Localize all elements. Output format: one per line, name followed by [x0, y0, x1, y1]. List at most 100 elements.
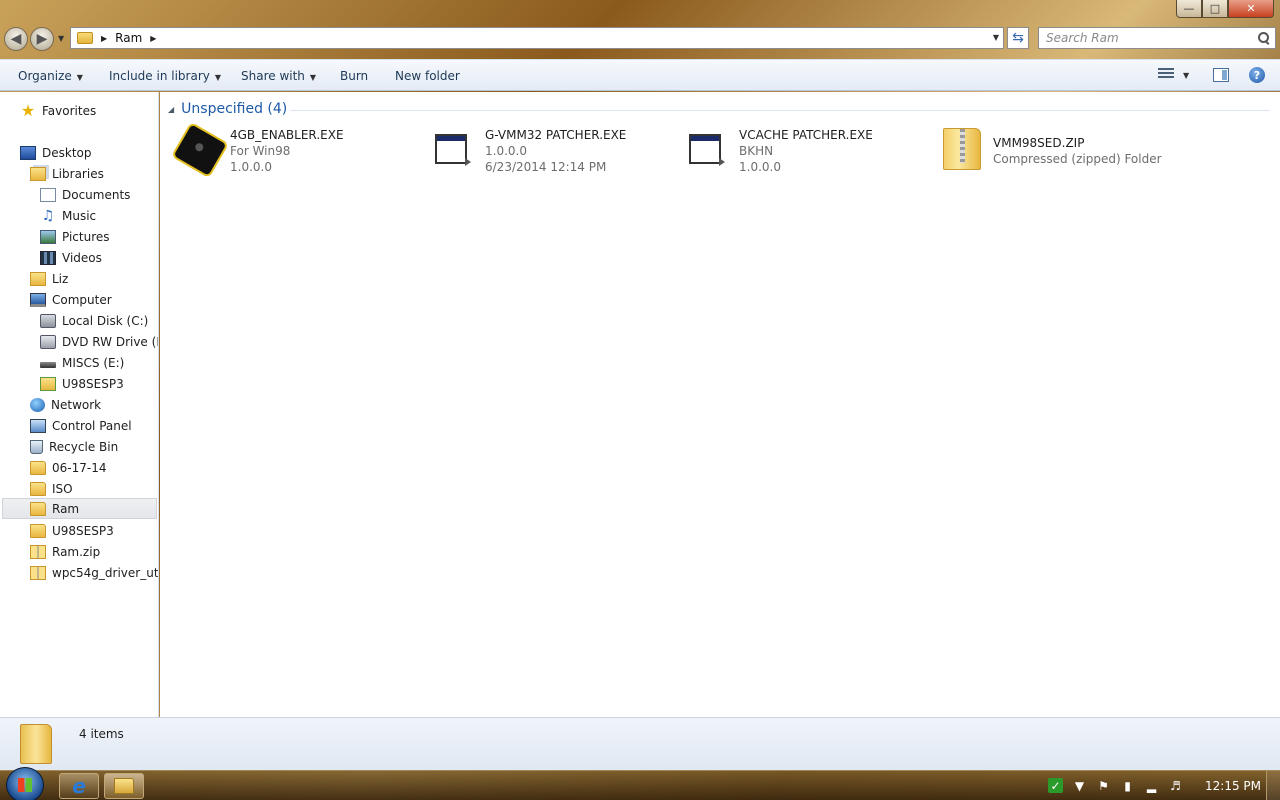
file-tile[interactable]: G-VMM32 PATCHER.EXE 1.0.0.0 6/23/2014 12…	[431, 126, 681, 182]
nav-favorites[interactable]: ★ Favorites	[20, 100, 96, 121]
safely-remove-hardware-icon[interactable]: ▼	[1072, 778, 1087, 793]
nav-liz[interactable]: Liz	[30, 268, 68, 289]
minimize-button[interactable]: —	[1176, 0, 1202, 18]
nav-recycle-bin[interactable]: Recycle Bin	[30, 436, 118, 457]
forward-button[interactable]: ▶	[30, 27, 54, 51]
recent-pages-dropdown[interactable]: ▼	[58, 34, 64, 43]
file-tile[interactable]: VCACHE PATCHER.EXE BKHN 1.0.0.0	[685, 126, 935, 182]
pictures-icon	[40, 229, 56, 244]
address-bar[interactable]: ▶ Ram ▶ ▼	[70, 27, 1004, 49]
nav-documents[interactable]: Documents	[40, 184, 130, 205]
new-folder-button[interactable]: New folder	[395, 69, 460, 83]
address-dropdown-icon[interactable]: ▼	[993, 33, 999, 42]
nav-u98sesp3[interactable]: U98SESP3	[30, 520, 114, 541]
breadcrumb-ram[interactable]: Ram	[115, 31, 142, 45]
navigation-pane: ★ Favorites Desktop Libraries Documents ♫…	[0, 92, 159, 717]
folder-icon	[77, 32, 93, 44]
file-description: BKHN	[739, 144, 774, 158]
preview-pane-icon[interactable]	[1213, 68, 1229, 82]
file-name: 4GB_ENABLER.EXE	[230, 128, 344, 142]
details-pane: 4 items	[0, 717, 1280, 770]
internet-explorer-button[interactable]: e	[59, 773, 99, 799]
nav-u98sesp3-drive[interactable]: U98SESP3	[40, 373, 124, 394]
user-folder-icon	[30, 271, 46, 286]
nav-folder-06-17-14[interactable]: 06-17-14	[30, 457, 106, 478]
volume-icon[interactable]: ♬	[1168, 778, 1183, 793]
security-check-icon[interactable]: ✓	[1048, 778, 1063, 793]
file-version: 1.0.0.0	[739, 160, 781, 174]
back-arrow-icon: ◀	[10, 31, 22, 47]
chevron-down-icon: ▼	[309, 73, 317, 82]
clock[interactable]: 12:15 PM	[1205, 779, 1261, 793]
nav-pictures[interactable]: Pictures	[40, 226, 110, 247]
address-row: ◀ ▶ ▼ ▶ Ram ▶ ▼ ⇆ Search Ram	[0, 24, 1280, 54]
network-drive-icon	[40, 376, 56, 391]
music-icon: ♫	[41, 207, 55, 224]
file-tile[interactable]: VMM98SED.ZIP Compressed (zipped) Folder	[939, 126, 1189, 182]
group-divider	[290, 110, 1270, 111]
folder-icon	[30, 460, 46, 475]
file-name: G-VMM32 PATCHER.EXE	[485, 128, 627, 142]
nav-iso[interactable]: ISO	[30, 478, 73, 499]
folder-icon	[30, 523, 46, 538]
breadcrumb-arrow-icon[interactable]: ▶	[150, 34, 156, 43]
hard-disk-icon	[40, 313, 56, 328]
nav-ram[interactable]: Ram	[2, 498, 157, 519]
nav-label: Control Panel	[52, 418, 132, 433]
nav-network[interactable]: Network	[30, 394, 101, 415]
nav-label: U98SESP3	[62, 376, 124, 391]
windows-explorer-button[interactable]	[104, 773, 144, 799]
back-button[interactable]: ◀	[4, 27, 28, 51]
videos-icon	[40, 250, 56, 265]
view-options-dropdown[interactable]: ▼	[1183, 71, 1189, 80]
nav-label: DVD RW Drive (D:)	[62, 334, 158, 349]
start-button[interactable]	[6, 767, 44, 800]
action-center-flag-icon[interactable]: ⚑	[1096, 778, 1111, 793]
organize-menu[interactable]: Organize ▼	[18, 69, 83, 83]
nav-control-panel[interactable]: Control Panel	[30, 415, 132, 436]
include-in-library-menu[interactable]: Include in library ▼	[109, 69, 221, 83]
nav-label: Liz	[52, 271, 69, 286]
help-icon[interactable]: ?	[1249, 67, 1265, 83]
file-tile[interactable]: 4GB_ENABLER.EXE For Win98 1.0.0.0	[173, 124, 426, 182]
zip-folder-icon	[30, 565, 46, 580]
organize-label: Organize	[18, 69, 72, 83]
nav-miscs[interactable]: MISCS (E:)	[40, 352, 124, 373]
change-view-icon[interactable]	[1158, 68, 1174, 82]
title-bar: — □ ✕	[0, 0, 1280, 24]
nav-computer[interactable]: Computer	[30, 289, 112, 310]
burn-button[interactable]: Burn	[340, 69, 368, 83]
maximize-button[interactable]: □	[1202, 0, 1228, 18]
desktop-icon	[20, 145, 36, 160]
removable-drive-icon	[40, 361, 56, 368]
nav-libraries[interactable]: Libraries	[30, 163, 104, 184]
internet-explorer-icon: e	[72, 774, 86, 798]
search-input[interactable]: Search Ram	[1038, 27, 1276, 49]
nav-label: Local Disk (C:)	[62, 313, 149, 328]
refresh-icon: ⇆	[1012, 30, 1024, 46]
application-icon	[435, 134, 471, 166]
share-with-menu[interactable]: Share with ▼	[241, 69, 316, 83]
star-icon: ★	[20, 100, 36, 120]
show-desktop-button[interactable]	[1266, 771, 1280, 800]
nav-local-disk[interactable]: Local Disk (C:)	[40, 310, 148, 331]
search-placeholder: Search Ram	[1046, 31, 1119, 45]
nav-desktop[interactable]: Desktop	[20, 142, 92, 163]
nav-ram-zip[interactable]: Ram.zip	[30, 541, 100, 562]
collapse-triangle-icon[interactable]: ◢	[168, 105, 174, 114]
nav-videos[interactable]: Videos	[40, 247, 102, 268]
breadcrumb-arrow-icon[interactable]: ▶	[101, 34, 107, 43]
nav-label: Computer	[52, 292, 112, 307]
group-header[interactable]: ◢ Unspecified (4)	[168, 101, 287, 117]
nav-music[interactable]: ♫ Music	[40, 205, 96, 226]
power-icon[interactable]: ▮	[1120, 778, 1135, 793]
nav-wpc54g[interactable]: wpc54g_driver_utilit	[30, 562, 158, 583]
nav-dvd-drive[interactable]: DVD RW Drive (D:)	[40, 331, 158, 352]
chevron-down-icon: ▼	[76, 73, 83, 82]
file-description: For Win98	[230, 144, 291, 158]
close-button[interactable]: ✕	[1228, 0, 1274, 18]
search-icon[interactable]	[1257, 31, 1271, 45]
refresh-button[interactable]: ⇆	[1007, 27, 1029, 49]
file-date: 6/23/2014 12:14 PM	[485, 160, 607, 174]
signal-icon[interactable]: ▂	[1144, 778, 1159, 793]
